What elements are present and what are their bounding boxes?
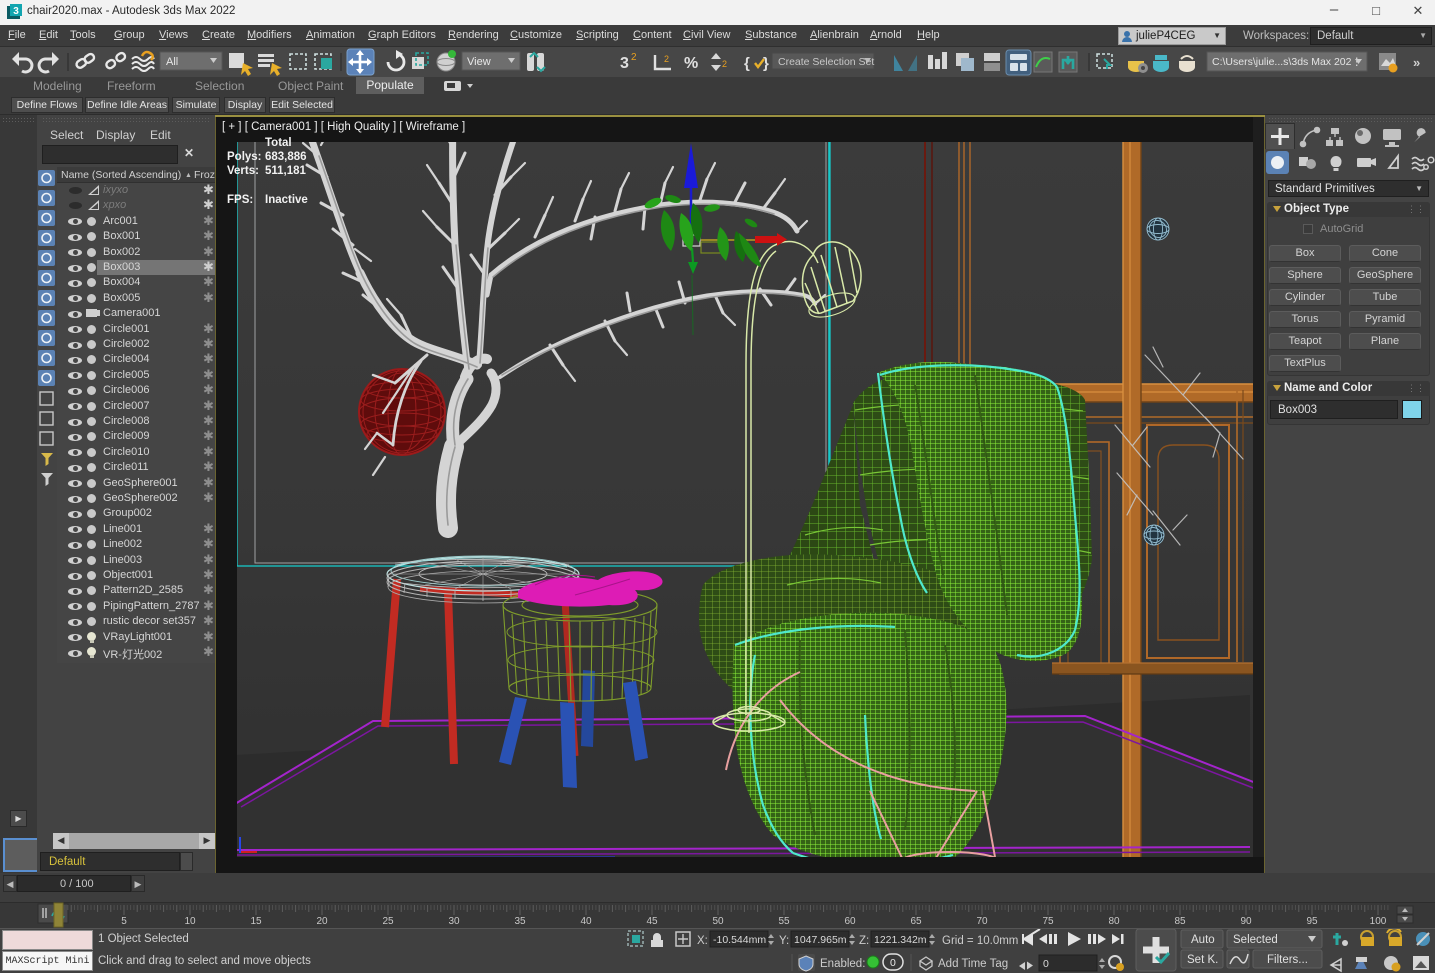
svg-text:View: View [467, 56, 491, 68]
svg-text:2: 2 [722, 59, 727, 69]
svg-text:90: 90 [1240, 916, 1252, 927]
svg-text:683,886: 683,886 [265, 151, 307, 163]
svg-text:FPS:: FPS: [227, 194, 253, 206]
svg-text:2: 2 [631, 52, 637, 63]
svg-text:40: 40 [580, 916, 592, 927]
svg-text:65: 65 [910, 916, 922, 927]
svg-text:70: 70 [976, 916, 988, 927]
svg-text:All: All [166, 56, 178, 68]
svg-text:Add Time Tag: Add Time Tag [938, 958, 1008, 970]
svg-text:Verts:: Verts: [227, 165, 259, 177]
svg-text:15: 15 [250, 916, 262, 927]
svg-text:3: 3 [13, 6, 19, 17]
svg-text:Total: Total [265, 137, 292, 149]
svg-text:75: 75 [1042, 916, 1054, 927]
svg-text:60: 60 [844, 916, 856, 927]
svg-text:95: 95 [1306, 916, 1318, 927]
svg-text:0: 0 [1043, 958, 1049, 970]
svg-text:2: 2 [664, 54, 669, 64]
svg-text:{: { [744, 55, 750, 72]
svg-text:[ + ] [ Camera001 ] [ High Qu: [ + ] [ Camera001 ] [ High Quality ] [ W… [222, 121, 465, 133]
svg-text:Enabled:: Enabled: [820, 958, 865, 970]
svg-text:35: 35 [514, 916, 526, 927]
svg-text:85: 85 [1174, 916, 1186, 927]
svg-text:1221.342m: 1221.342m [874, 934, 927, 946]
svg-text:C:\Users\julie...s\3ds Max 202: C:\Users\julie...s\3ds Max 202⋮ [1212, 56, 1362, 68]
svg-text:»: » [1413, 55, 1420, 70]
svg-text:Z:: Z: [859, 935, 869, 947]
svg-text:50: 50 [712, 916, 724, 927]
svg-text:Selected: Selected [1233, 934, 1278, 946]
svg-text:10: 10 [184, 916, 196, 927]
svg-text:%: % [684, 55, 698, 72]
svg-text:Inactive: Inactive [265, 194, 308, 206]
svg-text:511,181: 511,181 [265, 165, 307, 177]
svg-text:-10.544mm: -10.544mm [713, 934, 766, 946]
svg-text:5: 5 [121, 916, 127, 927]
svg-text:80: 80 [1108, 916, 1120, 927]
svg-text:Polys:: Polys: [227, 151, 262, 163]
svg-text:20: 20 [316, 916, 328, 927]
svg-text:45: 45 [646, 916, 658, 927]
svg-text:}: } [763, 55, 769, 72]
svg-text:100: 100 [1370, 916, 1387, 927]
svg-text:Auto: Auto [1191, 934, 1215, 946]
svg-text:3: 3 [620, 55, 629, 72]
svg-text:X:: X: [697, 935, 708, 947]
svg-text:1047.965m: 1047.965m [794, 934, 847, 946]
svg-text:25: 25 [382, 916, 394, 927]
svg-text:Grid = 10.0mm: Grid = 10.0mm [942, 935, 1018, 947]
svg-text:Y:: Y: [779, 935, 789, 947]
svg-text:Set K.: Set K. [1187, 954, 1218, 966]
svg-text:55: 55 [778, 916, 790, 927]
svg-text:Filters...: Filters... [1267, 954, 1308, 966]
svg-text:30: 30 [448, 916, 460, 927]
svg-text:0: 0 [890, 957, 896, 969]
svg-text:Create Selection Set: Create Selection Set [778, 56, 874, 68]
